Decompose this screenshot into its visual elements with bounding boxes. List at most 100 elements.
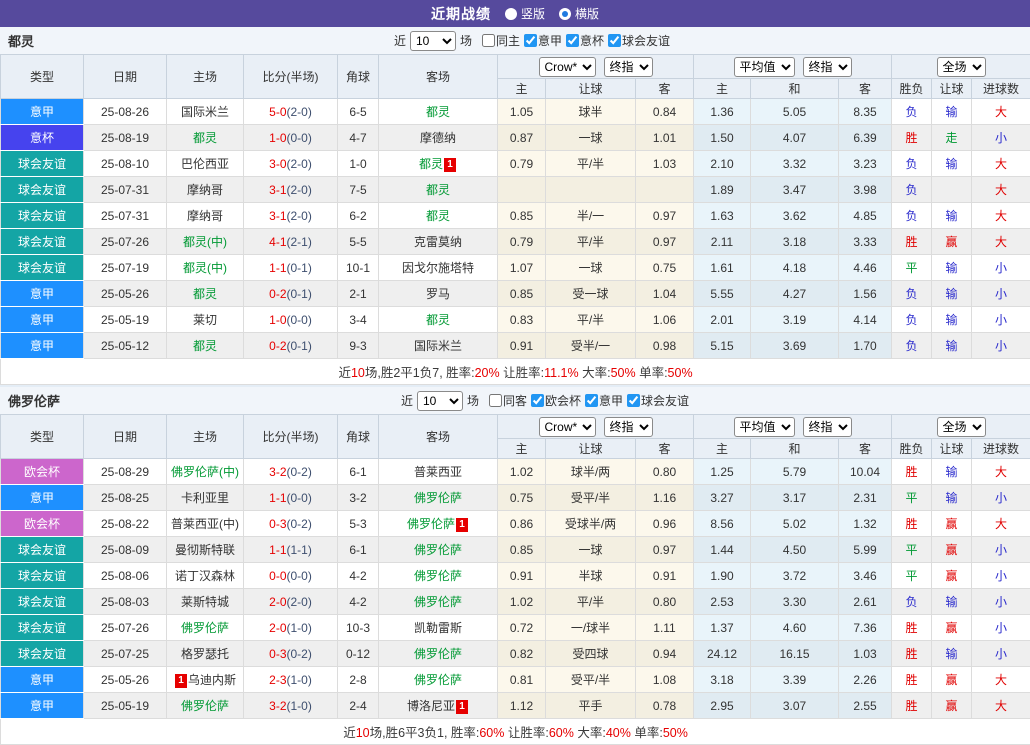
column-header: 比分(半场) — [244, 415, 338, 459]
avg-away-cell: 4.46 — [839, 255, 892, 281]
league-filter-checkbox[interactable] — [627, 394, 640, 407]
result-wdl-cell: 胜 — [892, 459, 932, 485]
league-filter-label: 欧会杯 — [545, 394, 581, 408]
avg-away-cell: 2.55 — [839, 693, 892, 719]
avg-draw-cell: 4.60 — [751, 615, 839, 641]
odds-home-cell: 0.82 — [498, 641, 546, 667]
team-link: 巴伦西亚 — [181, 157, 229, 171]
avg-company-select[interactable]: 平均值 — [734, 417, 795, 437]
avg-draw-cell: 3.19 — [751, 307, 839, 333]
avg-company-select[interactable]: 平均值 — [734, 57, 795, 77]
avg-stage-select[interactable]: 终指 — [803, 417, 852, 437]
result-goals-cell: 大 — [972, 203, 1030, 229]
team-link: 都灵(中) — [183, 235, 227, 249]
away-team-cell: 佛罗伦萨 — [379, 537, 498, 563]
corners-cell: 4-2 — [338, 589, 379, 615]
league-cell: 意甲 — [1, 333, 84, 359]
odds-company-select[interactable]: Crow* — [539, 57, 596, 77]
result-handicap-cell: 输 — [932, 485, 972, 511]
odds-away-cell: 0.80 — [636, 589, 694, 615]
sub-column-header: 主 — [498, 439, 546, 459]
avg-stage-select[interactable]: 终指 — [803, 57, 852, 77]
odds-home-cell: 0.75 — [498, 485, 546, 511]
date-cell: 25-07-26 — [84, 615, 167, 641]
away-team-cell: 摩德纳 — [379, 125, 498, 151]
result-wdl-cell: 负 — [892, 589, 932, 615]
odds-away-cell: 1.11 — [636, 615, 694, 641]
league-filter-checkbox[interactable] — [524, 34, 537, 47]
team-link: 国际米兰 — [181, 105, 229, 119]
league-filter-checkbox[interactable] — [585, 394, 598, 407]
match-count-select[interactable]: 10 — [410, 31, 456, 51]
team-link: 摩德纳 — [420, 131, 456, 145]
halftime-score: (0-0) — [287, 569, 312, 583]
league-filters: 欧会杯意甲球会友谊 — [527, 392, 689, 409]
result-handicap-cell: 输 — [932, 151, 972, 177]
same-venue-checkbox[interactable] — [489, 394, 502, 407]
date-cell: 25-08-25 — [84, 485, 167, 511]
fulltime-score: 4-1 — [269, 235, 286, 249]
avg-home-cell: 1.37 — [694, 615, 751, 641]
match-row: 球会友谊25-07-25格罗瑟托0-3(0-2)0-12佛罗伦萨0.82受四球0… — [1, 641, 1030, 667]
avg-away-cell: 2.61 — [839, 589, 892, 615]
red-card-badge: 1 — [456, 518, 468, 532]
date-cell: 25-08-10 — [84, 151, 167, 177]
league-cell: 球会友谊 — [1, 537, 84, 563]
away-team-cell: 佛罗伦萨 — [379, 485, 498, 511]
radio-icon[interactable] — [505, 8, 517, 20]
odds-company-select[interactable]: Crow* — [539, 417, 596, 437]
sub-column-header: 客 — [839, 439, 892, 459]
sub-column-header: 进球数 — [972, 439, 1030, 459]
odds-home-cell: 0.85 — [498, 203, 546, 229]
sub-column-header: 客 — [636, 439, 694, 459]
corners-cell: 10-3 — [338, 615, 379, 641]
radio-icon[interactable] — [559, 8, 571, 20]
layout-radio-vertical[interactable]: 竖版 — [505, 5, 545, 22]
league-cell: 球会友谊 — [1, 203, 84, 229]
match-row: 球会友谊25-07-31摩纳哥3-1(2-0)6-2都灵0.85半/一0.971… — [1, 203, 1030, 229]
avg-away-cell: 7.36 — [839, 615, 892, 641]
fulltime-score: 2-0 — [269, 595, 286, 609]
result-wdl-cell: 胜 — [892, 125, 932, 151]
away-team-cell: 都灵 — [379, 203, 498, 229]
team-link: 格罗瑟托 — [181, 647, 229, 661]
league-filter-checkbox[interactable] — [531, 394, 544, 407]
scope-select[interactable]: 全场 — [937, 57, 986, 77]
league-cell: 意甲 — [1, 99, 84, 125]
date-cell: 25-08-22 — [84, 511, 167, 537]
radio-label-horizontal[interactable]: 横版 — [575, 5, 599, 22]
scope-select[interactable]: 全场 — [937, 417, 986, 437]
same-venue-checkbox[interactable] — [482, 34, 495, 47]
corners-cell: 2-8 — [338, 667, 379, 693]
match-row: 欧会杯25-08-29佛罗伦萨(中)3-2(0-2)6-1普莱西亚1.02球半/… — [1, 459, 1030, 485]
league-filter-checkbox[interactable] — [566, 34, 579, 47]
sub-column-header: 让球 — [546, 79, 636, 99]
radio-label-vertical[interactable]: 竖版 — [521, 5, 545, 22]
date-cell: 25-07-26 — [84, 229, 167, 255]
odds-away-cell: 1.08 — [636, 667, 694, 693]
date-cell: 25-07-19 — [84, 255, 167, 281]
odds-stage-select[interactable]: 终指 — [604, 57, 653, 77]
odds-handicap-cell: 一球 — [546, 537, 636, 563]
avg-away-cell: 1.32 — [839, 511, 892, 537]
layout-radio-horizontal[interactable]: 横版 — [559, 5, 599, 22]
result-wdl-cell: 负 — [892, 151, 932, 177]
halftime-score: (0-2) — [287, 647, 312, 661]
away-team-cell: 都灵 — [379, 99, 498, 125]
results-table: 类型日期主场比分(半场)角球客场Crow*终指平均值终指全场主让球客主和客胜负让… — [0, 414, 1030, 745]
fulltime-score: 1-1 — [269, 543, 286, 557]
league-filter-checkbox[interactable] — [608, 34, 621, 47]
away-team-cell: 佛罗伦萨1 — [379, 511, 498, 537]
corners-cell: 6-5 — [338, 99, 379, 125]
odds-handicap-cell: 受球半/两 — [546, 511, 636, 537]
team-link: 佛罗伦萨 — [414, 569, 462, 583]
result-handicap-cell: 赢 — [932, 667, 972, 693]
league-cell: 球会友谊 — [1, 229, 84, 255]
result-handicap-cell: 赢 — [932, 563, 972, 589]
match-count-select[interactable]: 10 — [417, 391, 463, 411]
odds-handicap-cell: 受平/半 — [546, 667, 636, 693]
team-link: 摩纳哥 — [187, 209, 223, 223]
odds-stage-select[interactable]: 终指 — [604, 417, 653, 437]
home-team-cell: 都灵 — [167, 333, 244, 359]
odds-home-cell: 0.91 — [498, 563, 546, 589]
